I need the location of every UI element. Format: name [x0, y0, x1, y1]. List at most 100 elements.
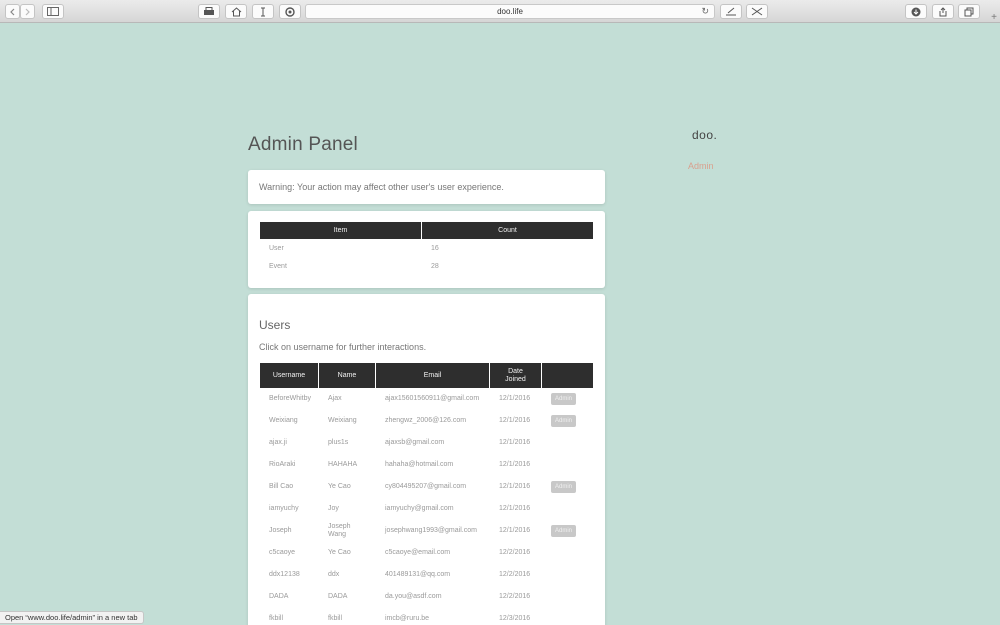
username-link[interactable]: Joseph: [260, 520, 318, 542]
stats-table: Item Count User 16 Event 28: [259, 222, 594, 275]
date-joined: 12/1/2016: [499, 461, 531, 468]
username-link[interactable]: BeforeWhitby: [260, 388, 318, 410]
user-email: imcb@ruru.be: [385, 615, 430, 622]
table-row: User 16: [260, 239, 593, 257]
username-link[interactable]: ajax.ji: [260, 432, 318, 454]
username-link[interactable]: Bill Cao: [260, 476, 318, 498]
date-joined: 12/1/2016: [499, 417, 531, 424]
table-row: ajax.ji plus1s ajaxsb@gmail.com 12/1/2016: [260, 432, 593, 454]
column-header-username: Username: [260, 363, 318, 388]
actions-cell: Admin: [542, 476, 593, 498]
share-icon: [939, 6, 947, 16]
user-email: c5caoye@email.com: [385, 549, 451, 556]
actions-cell: [542, 498, 593, 520]
username-link[interactable]: DADA: [260, 586, 318, 608]
date-joined: 12/3/2016: [499, 615, 531, 622]
nav-admin-link[interactable]: Admin: [688, 161, 714, 171]
username-link[interactable]: iamyuchy: [260, 498, 318, 520]
user-name: Ajax: [328, 395, 342, 402]
username-link[interactable]: c5caoye: [260, 542, 318, 564]
date-joined: 12/2/2016: [499, 571, 531, 578]
date-joined: 12/1/2016: [499, 527, 531, 534]
username-link[interactable]: RioAraki: [260, 454, 318, 476]
stat-count: 16: [431, 244, 439, 252]
user-email: josephwang1993@gmail.com: [385, 527, 477, 534]
extension-button[interactable]: [279, 4, 301, 19]
column-header-count: Count: [422, 222, 593, 239]
table-row: fkbill fkbill imcb@ruru.be 12/3/2016: [260, 608, 593, 625]
admin-badge[interactable]: Admin: [551, 393, 577, 405]
table-row: Weixiang Weixiang zhengwz_2006@126.com 12/1…: [260, 410, 593, 432]
user-name: Ye Cao: [328, 483, 351, 490]
date-joined: 12/1/2016: [499, 439, 531, 446]
user-name: DADA: [328, 593, 348, 600]
stat-item: Event: [269, 262, 287, 270]
status-bar: Open “www.doo.life/admin” in a new tab: [0, 611, 144, 624]
username-link[interactable]: fkbill: [260, 608, 318, 625]
username-link[interactable]: ddx12138: [260, 564, 318, 586]
warning-card: Warning: Your action may affect other us…: [248, 170, 605, 204]
download-icon: [911, 7, 921, 16]
table-row: ddx12138 ddx 401489131@qq.com 12/2/2016: [260, 564, 593, 586]
user-email: da.you@asdf.com: [385, 593, 442, 600]
admin-badge[interactable]: Admin: [551, 481, 577, 493]
browser-toolbar: doo.life ↻ +: [0, 0, 1000, 23]
logo[interactable]: doo.: [692, 128, 717, 142]
downloads-button[interactable]: [905, 4, 927, 19]
column-header-name: Name: [319, 363, 375, 388]
user-name: plus1s: [328, 439, 349, 446]
user-email: ajax15601560911@gmail.com: [385, 395, 480, 402]
user-name: HAHAHA: [328, 461, 358, 468]
user-email: ajaxsb@gmail.com: [385, 439, 445, 446]
home-icon: [231, 6, 241, 16]
annotate-button[interactable]: [720, 4, 742, 19]
column-header-date-joined: Date Joined: [490, 363, 541, 388]
actions-cell: Admin: [542, 388, 593, 410]
reload-icon[interactable]: ↻: [701, 6, 709, 17]
sidebar-button[interactable]: [42, 4, 64, 19]
warning-text: Warning: Your action may affect other us…: [259, 182, 504, 192]
date-joined: 12/1/2016: [499, 505, 531, 512]
user-name: ddx: [328, 571, 340, 578]
user-name: Weixiang: [328, 417, 357, 424]
actions-cell: [542, 564, 593, 586]
new-tab-icon[interactable]: +: [988, 0, 1000, 23]
pen-icon: [726, 7, 736, 16]
actions-cell: Admin: [542, 520, 593, 542]
column-header-email: Email: [376, 363, 489, 388]
scrollbar-track[interactable]: [991, 23, 1000, 625]
reader-button[interactable]: [252, 4, 274, 19]
table-row: iamyuchy Joy iamyuchy@gmail.com 12/1/2016: [260, 498, 593, 520]
stats-card: Item Count User 16 Event 28: [248, 211, 605, 288]
page-title: Admin Panel: [248, 134, 358, 155]
table-row: DADA DADA da.you@asdf.com 12/2/2016: [260, 586, 593, 608]
users-card: Users Click on username for further inte…: [248, 294, 605, 625]
share-button[interactable]: [932, 4, 954, 19]
user-name: Joseph Wang: [328, 523, 351, 538]
table-row: BeforeWhitby Ajax ajax15601560911@gmail.co…: [260, 388, 593, 410]
actions-cell: [542, 454, 593, 476]
table-row: Event 28: [260, 257, 593, 275]
users-table: Username Name Email Date Joined BeforeWh…: [259, 363, 594, 625]
table-row: RioAraki HAHAHA hahaha@hotmail.com 12/1/201…: [260, 454, 593, 476]
users-hint: Click on username for further interactio…: [259, 342, 427, 352]
tabs-button[interactable]: [958, 4, 980, 19]
home-button[interactable]: [225, 4, 247, 19]
sidebar-icon: [47, 7, 59, 16]
admin-badge[interactable]: Admin: [551, 415, 577, 427]
forward-button[interactable]: [20, 4, 35, 19]
print-button[interactable]: [198, 4, 220, 19]
user-email: cy804495207@gmail.com: [385, 483, 467, 490]
actions-cell: [542, 608, 593, 625]
text-cursor-icon: [261, 7, 265, 16]
date-joined: 12/1/2016: [499, 395, 531, 402]
username-link[interactable]: Weixiang: [260, 410, 318, 432]
back-button[interactable]: [5, 4, 20, 19]
actions-cell: [542, 542, 593, 564]
date-joined: 12/2/2016: [499, 593, 531, 600]
admin-badge[interactable]: Admin: [551, 525, 577, 537]
address-bar[interactable]: doo.life ↻: [305, 4, 715, 19]
table-row: Bill Cao Ye Cao cy804495207@gmail.com 12/1/…: [260, 476, 593, 498]
clip-button[interactable]: [746, 4, 768, 19]
actions-cell: [542, 586, 593, 608]
